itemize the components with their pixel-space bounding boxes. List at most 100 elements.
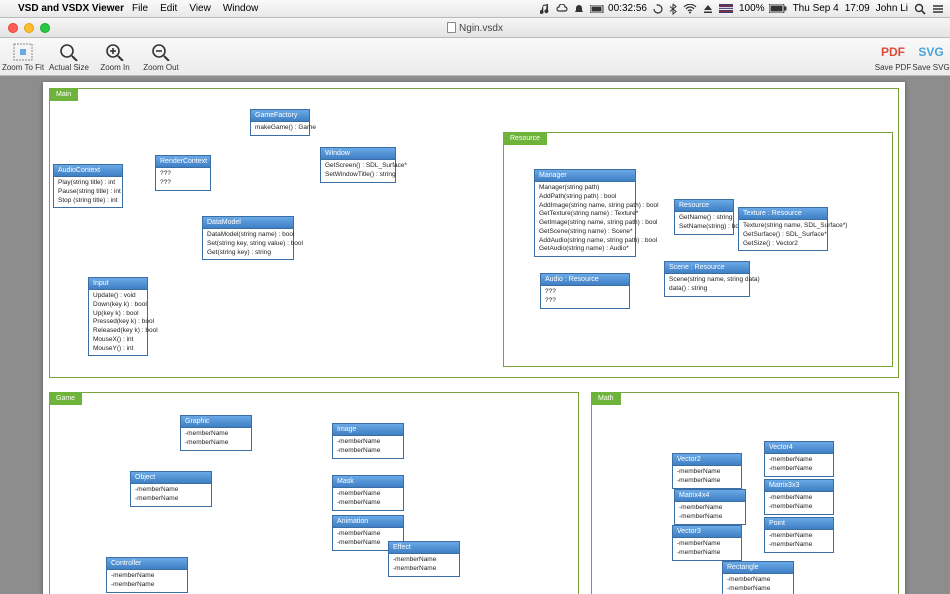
menubar-sync-icon[interactable] bbox=[653, 4, 663, 14]
class-member: Up(key k) : bool bbox=[93, 310, 143, 319]
class-audiocontext[interactable]: AudioContext Play(string title) : intPau… bbox=[53, 164, 123, 208]
class-mask[interactable]: Mask -memberName-memberName bbox=[332, 475, 404, 511]
package-label: Main bbox=[49, 88, 78, 101]
menu-view[interactable]: View bbox=[189, 3, 211, 14]
class-texture[interactable]: Texture : Resource Texture(string name, … bbox=[738, 207, 828, 251]
close-icon[interactable] bbox=[8, 23, 18, 33]
class-rendercontext[interactable]: RenderContext ?????? bbox=[155, 155, 211, 191]
zoom-to-fit-button[interactable]: Zoom To Fit bbox=[0, 42, 46, 72]
class-member: -memberName bbox=[337, 447, 399, 456]
menubar-user[interactable]: John Li bbox=[876, 3, 908, 14]
canvas[interactable]: Main GameFactory makeGame() : Game Audio… bbox=[0, 76, 950, 594]
class-member: Update() : void bbox=[93, 292, 143, 301]
class-member: makeGame() : Game bbox=[255, 124, 305, 133]
class-controller[interactable]: Controller -memberName-memberName bbox=[106, 557, 188, 593]
class-member: -memberName bbox=[111, 572, 183, 581]
menubar-notification-icon[interactable] bbox=[932, 4, 944, 14]
menu-file[interactable]: File bbox=[132, 3, 148, 14]
zoom-out-button[interactable]: Zoom Out bbox=[138, 42, 184, 72]
class-member: Get(string key) : string bbox=[207, 249, 289, 258]
actual-size-button[interactable]: Actual Size bbox=[46, 42, 92, 72]
package-math: Math Vector2 -memberName-memberName Vect… bbox=[591, 392, 899, 594]
class-member: GetName() : string bbox=[679, 214, 729, 223]
window-title: Ngin.vsdx bbox=[0, 22, 950, 34]
class-audio[interactable]: Audio : Resource ?????? bbox=[540, 273, 630, 309]
menubar-music-icon[interactable] bbox=[540, 4, 550, 14]
menu-window[interactable]: Window bbox=[223, 3, 259, 14]
class-rectangle[interactable]: Rectangle -memberName-memberName bbox=[722, 561, 794, 594]
class-member: -memberName bbox=[679, 504, 741, 513]
class-image[interactable]: Image -memberName-memberName bbox=[332, 423, 404, 459]
class-object[interactable]: Object -memberName-memberName bbox=[130, 471, 212, 507]
class-member: Set(string key, string value) : bool bbox=[207, 240, 289, 249]
menubar-timer[interactable]: 00:32:56 bbox=[590, 3, 647, 14]
menubar-wifi-icon[interactable] bbox=[683, 4, 697, 14]
pdf-icon: PDF bbox=[881, 42, 905, 62]
app-name[interactable]: VSD and VSDX Viewer bbox=[18, 3, 124, 14]
class-scene[interactable]: Scene : Resource Scene(string name, stri… bbox=[664, 261, 750, 297]
class-member: ??? bbox=[160, 179, 206, 188]
class-member: -memberName bbox=[679, 513, 741, 522]
class-member: Manager(string path) bbox=[539, 184, 631, 193]
window-traffic-lights[interactable] bbox=[8, 23, 50, 33]
menubar-eject-icon[interactable] bbox=[703, 4, 713, 14]
class-member: -memberName bbox=[677, 540, 737, 549]
menubar-time[interactable]: 17:09 bbox=[845, 3, 870, 14]
menu-edit[interactable]: Edit bbox=[160, 3, 177, 14]
menubar-date[interactable]: Thu Sep 4 bbox=[793, 3, 839, 14]
package-label: Resource bbox=[503, 132, 547, 145]
class-member: GetSurface() : SDL_Surface* bbox=[743, 231, 823, 240]
zoom-fit-icon bbox=[13, 42, 33, 62]
zoom-in-button[interactable]: Zoom In bbox=[92, 42, 138, 72]
class-vector2[interactable]: Vector2 -memberName-memberName bbox=[672, 453, 742, 489]
class-vector3[interactable]: Vector3 -memberName-memberName bbox=[672, 525, 742, 561]
class-member: -memberName bbox=[111, 581, 183, 590]
zoom-icon[interactable] bbox=[40, 23, 50, 33]
class-member: -memberName bbox=[677, 477, 737, 486]
window-titlebar: Ngin.vsdx bbox=[0, 18, 950, 38]
class-member: data() : string bbox=[669, 285, 745, 294]
package-label: Math bbox=[591, 392, 621, 405]
class-window[interactable]: Window GetScreen() : SDL_Surface*SetWind… bbox=[320, 147, 396, 183]
minimize-icon[interactable] bbox=[24, 23, 34, 33]
save-svg-button[interactable]: SVG Save SVG bbox=[912, 42, 950, 72]
class-member: Pressed(key k) : bool bbox=[93, 318, 143, 327]
class-member: -memberName bbox=[769, 456, 829, 465]
class-vector4[interactable]: Vector4 -memberName-memberName bbox=[764, 441, 834, 477]
document-icon bbox=[447, 22, 456, 33]
class-graphic[interactable]: Graphic -memberName-memberName bbox=[180, 415, 252, 451]
class-member: -memberName bbox=[727, 585, 789, 594]
class-member: -memberName bbox=[769, 494, 829, 503]
class-member: -memberName bbox=[337, 490, 399, 499]
class-member: GetSize() : Vector2 bbox=[743, 240, 823, 249]
class-member: DataModel(string name) : bool bbox=[207, 231, 289, 240]
class-member: Down(key k) : bool bbox=[93, 301, 143, 310]
class-manager[interactable]: Manager Manager(string path)AddPath(stri… bbox=[534, 169, 636, 257]
class-matrix3x3[interactable]: Matrix3x3 -memberName-memberName bbox=[764, 479, 834, 515]
class-member: -memberName bbox=[185, 439, 247, 448]
menubar-cloud-icon[interactable] bbox=[556, 4, 568, 14]
class-datamodel[interactable]: DataModel DataModel(string name) : boolS… bbox=[202, 216, 294, 260]
class-member: Stop (string title) : int bbox=[58, 197, 118, 206]
class-member: -memberName bbox=[393, 556, 455, 565]
diagram-page: Main GameFactory makeGame() : Game Audio… bbox=[43, 82, 905, 594]
class-member: GetAudio(string name) : Audio* bbox=[539, 245, 631, 254]
class-input[interactable]: Input Update() : voidDown(key k) : boolU… bbox=[88, 277, 148, 356]
menubar-spotlight-icon[interactable] bbox=[914, 3, 926, 15]
class-matrix4x4[interactable]: Matrix4x4 -memberName-memberName bbox=[674, 489, 746, 525]
class-member: AddPath(string path) : bool bbox=[539, 193, 631, 202]
class-effect[interactable]: Effect -memberName-memberName bbox=[388, 541, 460, 577]
class-member: SetName(string) : bool bbox=[679, 223, 729, 232]
menubar-battery[interactable]: 100% bbox=[739, 3, 787, 14]
magnifier-icon bbox=[59, 42, 79, 62]
class-member: -memberName bbox=[769, 465, 829, 474]
menubar-flag-icon[interactable] bbox=[719, 4, 733, 13]
save-pdf-button[interactable]: PDF Save PDF bbox=[874, 42, 912, 72]
class-member: MouseY() : int bbox=[93, 345, 143, 354]
menubar-bell-icon[interactable] bbox=[574, 4, 584, 14]
menubar-bluetooth-icon[interactable] bbox=[669, 3, 677, 15]
class-resource[interactable]: Resource GetName() : stringSetName(strin… bbox=[674, 199, 734, 235]
class-gamefactory[interactable]: GameFactory makeGame() : Game bbox=[250, 109, 310, 136]
class-member: -memberName bbox=[393, 565, 455, 574]
class-point[interactable]: Point -memberName-memberName bbox=[764, 517, 834, 553]
